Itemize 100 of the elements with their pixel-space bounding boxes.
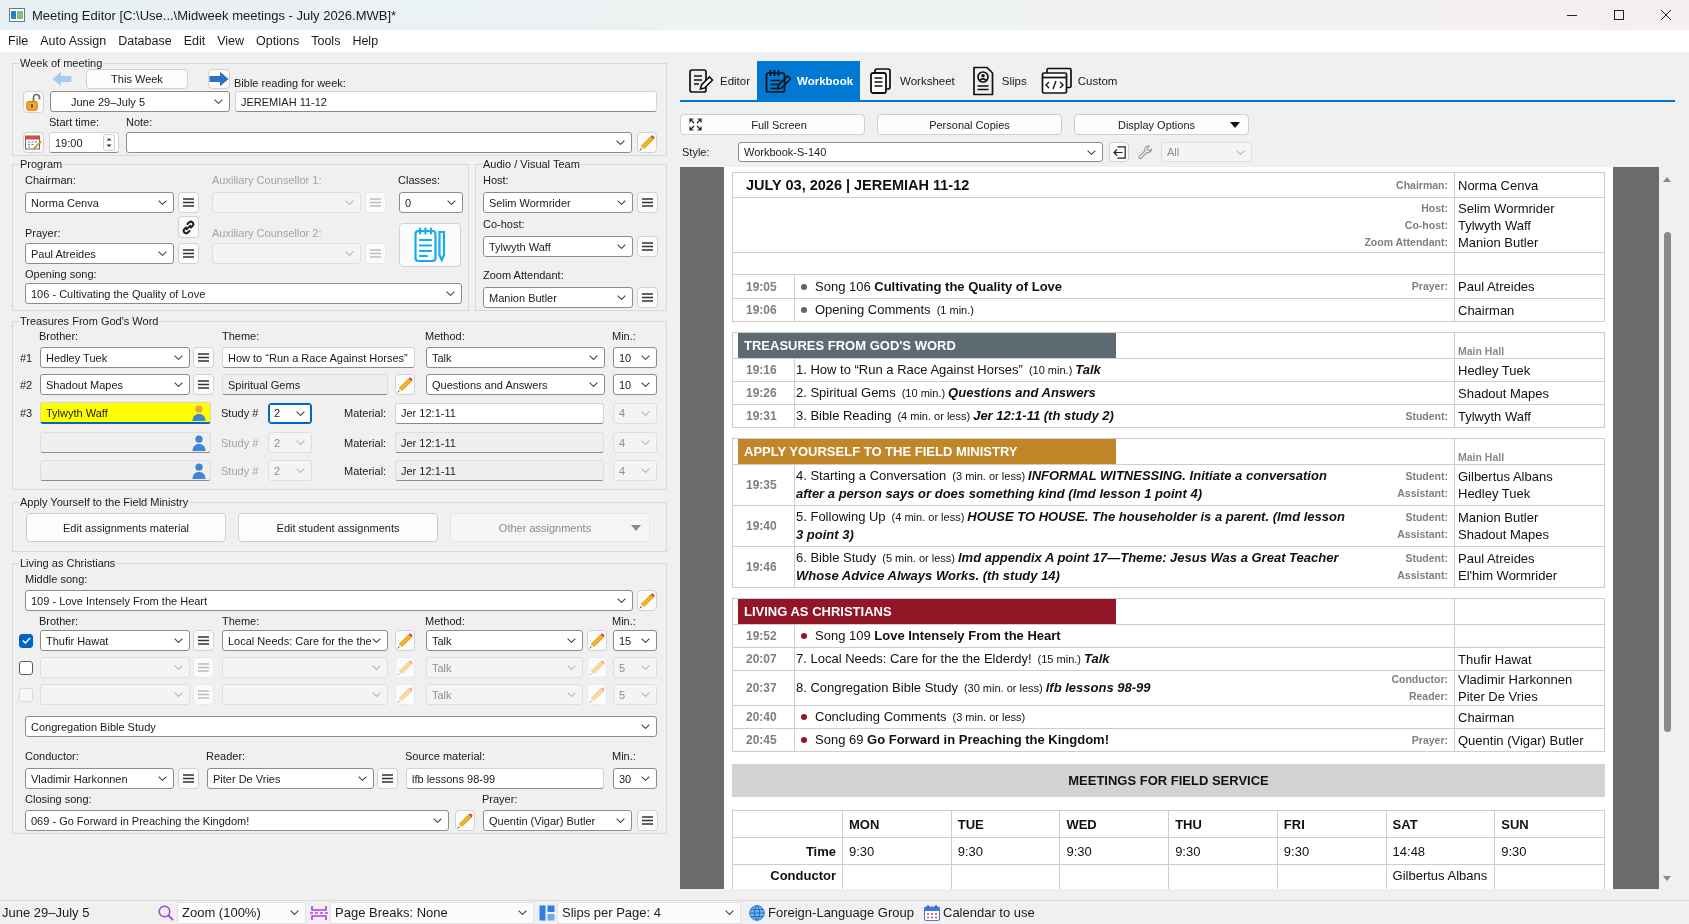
list-button[interactable]: [178, 243, 199, 264]
edit-button[interactable]: [587, 657, 607, 678]
minutes-dropdown[interactable]: 15: [613, 630, 657, 651]
brother-dropdown[interactable]: Thufir Hawat: [40, 630, 190, 651]
minutes-dropdown[interactable]: 30: [613, 768, 657, 789]
prayer-dropdown[interactable]: Paul Atreides: [25, 243, 174, 264]
menu-item[interactable]: File: [2, 31, 35, 51]
this-week-button[interactable]: This Week: [86, 69, 188, 89]
menu-item[interactable]: Auto Assign: [34, 31, 113, 51]
edit-button[interactable]: [637, 132, 657, 153]
method-dropdown[interactable]: Talk: [426, 347, 605, 368]
view-tab[interactable]: Worksheet: [860, 61, 962, 100]
edit-button[interactable]: [587, 630, 607, 651]
brother-dropdown[interactable]: Shadout Mapes: [40, 374, 190, 395]
assignee-name: Piter De Vries: [1458, 688, 1539, 705]
team-member-dropdown[interactable]: Tylwyth Waff: [483, 236, 633, 257]
method-dropdown[interactable]: Questions and Answers: [426, 374, 605, 395]
zoom-dropdown[interactable]: Zoom (100%): [177, 901, 306, 924]
slips-dropdown[interactable]: Slips per Page: 4: [557, 901, 741, 924]
menu-item[interactable]: Edit: [177, 31, 212, 51]
view-tab[interactable]: Workbook: [757, 61, 861, 100]
week-dropdown[interactable]: June 29–July 5: [50, 91, 230, 112]
song-dropdown[interactable]: 069 - Go Forward in Preaching the Kingdom!: [25, 810, 449, 831]
style-dropdown[interactable]: Workbook-S-140: [738, 142, 1103, 162]
action-button[interactable]: Edit assignments material: [26, 513, 226, 542]
bullet-icon: [801, 737, 807, 743]
menu-item[interactable]: Options: [250, 31, 306, 51]
action-button[interactable]: Edit student assignments: [238, 513, 438, 542]
note-dropdown[interactable]: [126, 132, 632, 153]
table-cell: 9:30: [951, 838, 1061, 865]
export-button[interactable]: [1109, 142, 1129, 162]
material-field[interactable]: Jer 12:1-11: [395, 402, 604, 424]
minutes-dropdown[interactable]: 10: [613, 347, 657, 368]
globe-icon: [749, 904, 765, 921]
assignee-name: El'him Wormrider: [1458, 567, 1559, 584]
chevron-down-icon: [1236, 149, 1245, 155]
study-dropdown[interactable]: 2: [268, 402, 312, 424]
column-label: Min.:: [612, 330, 636, 342]
list-button[interactable]: [193, 374, 214, 395]
list-button[interactable]: [193, 630, 214, 651]
view-tab[interactable]: Slips: [961, 61, 1034, 100]
status-link[interactable]: Foreign-Language Group: [749, 904, 914, 921]
edit-button[interactable]: [395, 657, 415, 678]
classes-dropdown[interactable]: 0: [399, 192, 463, 213]
view-tab[interactable]: Custom: [1033, 61, 1125, 100]
list-button[interactable]: [637, 810, 658, 831]
calendar-button[interactable]: [23, 132, 44, 153]
menu-item[interactable]: Help: [346, 31, 385, 51]
team-member-dropdown[interactable]: Manion Butler: [483, 287, 633, 308]
scrollbar-thumb[interactable]: [1663, 232, 1671, 732]
song-dropdown[interactable]: 109 - Love Intensely From the Heart: [25, 590, 633, 611]
list-button[interactable]: [193, 347, 214, 368]
theme-dropdown[interactable]: Local Needs: Care for the the: [222, 630, 388, 651]
lock-button[interactable]: [23, 90, 44, 113]
person-icon: [192, 462, 206, 479]
list-button[interactable]: [637, 287, 658, 308]
arrow-left-icon: [52, 71, 72, 87]
start-time-spinner[interactable]: 19:00: [49, 132, 119, 153]
chairman-dropdown[interactable]: Norma Cenva: [25, 192, 174, 213]
edit-button[interactable]: [637, 590, 657, 611]
list-button[interactable]: [637, 192, 658, 213]
dropdown-button[interactable]: Display Options: [1074, 114, 1249, 135]
method-dropdown[interactable]: Talk: [426, 630, 583, 651]
student-field[interactable]: Tylwyth Waff: [40, 402, 211, 424]
edit-button[interactable]: [455, 810, 475, 831]
column-label: Method:: [425, 614, 466, 627]
edit-button[interactable]: [395, 374, 415, 395]
song-dropdown[interactable]: 106 - Cultivating the Quality of Love: [25, 283, 462, 304]
menu-item[interactable]: Tools: [305, 31, 347, 51]
edit-button[interactable]: [395, 684, 415, 705]
link-button[interactable]: [178, 216, 199, 238]
page-breaks-dropdown[interactable]: Page Breaks: None: [330, 901, 534, 924]
team-member-dropdown[interactable]: Selim Wormrider: [483, 192, 633, 213]
view-tab[interactable]: Editor: [680, 61, 758, 100]
list-button[interactable]: [637, 236, 658, 257]
conductor-dropdown[interactable]: Vladimir Harkonnen: [25, 768, 174, 789]
toolbar-button[interactable]: Personal Copies: [877, 114, 1062, 135]
theme-field[interactable]: Spiritual Gems: [222, 374, 388, 395]
source-material-field[interactable]: lfb lessons 98-99: [406, 768, 604, 789]
checkbox[interactable]: [19, 633, 33, 648]
list-button[interactable]: [178, 192, 199, 213]
edit-button[interactable]: [395, 630, 415, 651]
toolbar-button[interactable]: Full Screen: [680, 114, 865, 135]
arrow-right-icon: [209, 71, 229, 87]
part-dropdown[interactable]: Congregation Bible Study: [25, 716, 657, 737]
minutes-dropdown[interactable]: 10: [613, 374, 657, 395]
reader-dropdown[interactable]: Piter De Vries: [207, 768, 374, 789]
brother-dropdown[interactable]: Hedley Tuek: [40, 347, 190, 368]
prayer-dropdown[interactable]: Quentin (Vigar) Butler: [483, 810, 632, 831]
previous-week-button[interactable]: [51, 69, 73, 89]
theme-field[interactable]: How to “Run a Race Against Horses”: [222, 347, 415, 368]
status-link[interactable]: Calendar to use: [924, 904, 1035, 921]
list-button[interactable]: [377, 768, 398, 789]
notepad-button[interactable]: [399, 223, 461, 267]
bible-reading-field[interactable]: JEREMIAH 11-12: [235, 91, 657, 112]
menu-item[interactable]: View: [211, 31, 251, 51]
menu-item[interactable]: Database: [112, 31, 178, 51]
next-week-button[interactable]: [208, 69, 230, 89]
edit-button[interactable]: [587, 684, 607, 705]
list-button[interactable]: [178, 768, 199, 789]
